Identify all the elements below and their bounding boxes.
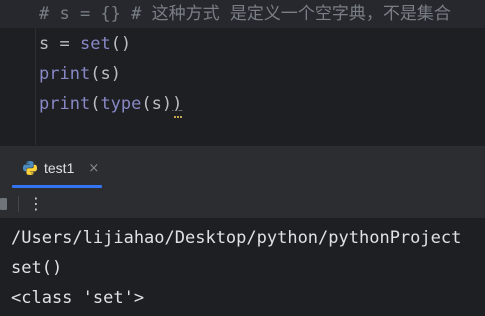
toolbar-separator <box>18 196 19 212</box>
run-toolbar: ⋮ <box>0 189 485 219</box>
open-paren: ( <box>141 94 152 114</box>
variable-name: s <box>39 34 50 54</box>
code-line-3[interactable]: print(s) <box>39 60 121 88</box>
builtin-function: print <box>39 64 91 84</box>
console-line: <class 'set'> <box>11 288 145 308</box>
tab-test1[interactable]: test1 × <box>12 146 109 190</box>
close-paren: ) <box>161 94 173 114</box>
assign-operator: = <box>49 34 80 54</box>
stop-icon[interactable] <box>0 198 7 210</box>
console-output[interactable]: /Users/lijiahao/Desktop/python/pythonPro… <box>0 220 485 316</box>
tab-label: test1 <box>44 160 75 176</box>
comment-text: # s = {} # 这种方式 是定义一个空字典，不是集合 <box>39 4 451 24</box>
call-parens: () <box>110 34 132 54</box>
builtin-function: set <box>79 34 111 54</box>
argument: s <box>151 94 162 114</box>
argument: s <box>100 64 111 84</box>
run-tool-window-header: test1 × <box>0 145 485 189</box>
warning-squiggle <box>174 114 183 118</box>
code-line-2[interactable]: s = set() <box>39 30 131 58</box>
builtin-function: print <box>39 94 91 114</box>
code-line-1[interactable]: # s = {} # 这种方式 是定义一个空字典，不是集合 <box>0 0 485 28</box>
close-icon[interactable]: × <box>88 161 99 176</box>
code-line-4[interactable]: print(type(s)) <box>39 90 183 118</box>
more-options-icon[interactable]: ⋮ <box>28 193 44 215</box>
builtin-function: type <box>100 94 142 114</box>
console-line: /Users/lijiahao/Desktop/python/pythonPro… <box>11 228 462 248</box>
code-editor[interactable]: # s = {} # 这种方式 是定义一个空字典，不是集合 s = set() … <box>0 0 485 145</box>
python-icon <box>22 160 38 176</box>
close-paren-highlighted: ) <box>172 94 183 114</box>
active-tab-indicator <box>12 185 102 188</box>
open-paren: ( <box>90 64 101 84</box>
close-paren: ) <box>110 64 121 84</box>
open-paren: ( <box>90 94 101 114</box>
console-line: set() <box>11 258 63 278</box>
